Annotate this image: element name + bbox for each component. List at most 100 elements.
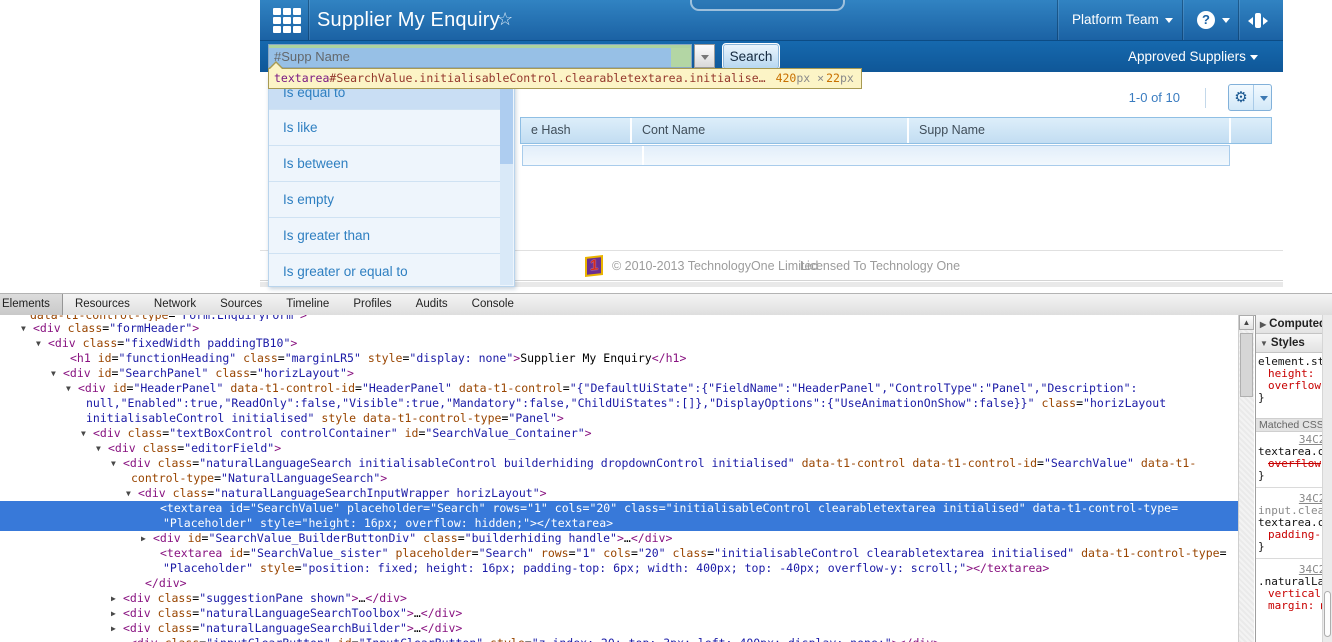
logout-icon[interactable] [1248, 13, 1268, 28]
scrollbar-thumb[interactable] [1240, 333, 1253, 397]
screen: Supplier My Enquiry ☆ Platform Team ? #S… [0, 0, 1332, 642]
css-selector[interactable]: } [1256, 470, 1332, 482]
devtools-code-line[interactable]: "Placeholder" style="position: fixed; he… [0, 561, 1238, 576]
collapse-arrow-icon[interactable]: ▶ [111, 591, 116, 606]
chevron-down-icon[interactable] [1260, 96, 1268, 101]
topbar-divider [1182, 0, 1183, 40]
tooltip-notch [270, 63, 282, 69]
operator-option[interactable]: Is between [269, 146, 501, 182]
css-property[interactable]: padding- [1256, 529, 1332, 541]
devtools-elements-tree: data-t1-control-type="Form.EnquiryForm">… [0, 315, 1238, 642]
expand-arrow-icon[interactable]: ▼ [81, 426, 86, 441]
search-operator-dropdown: Is equal to Is like Is between Is empty Is g… [268, 74, 515, 287]
devtools-code-line[interactable]: control-type="NaturalLanguageSearch"> [0, 471, 1238, 486]
chevron-down-icon[interactable] [1165, 18, 1173, 23]
favourite-star-icon[interactable]: ☆ [497, 8, 513, 30]
scroll-up-icon[interactable]: ▲ [1239, 315, 1254, 330]
sidebar-scrollbar[interactable] [1322, 315, 1332, 642]
devtools-code-line[interactable]: initialisableControl initialised" style … [0, 411, 1238, 426]
apps-grid-icon[interactable] [273, 8, 301, 33]
rule-divider [1256, 558, 1332, 559]
devtools-tab-bar: Elements Resources Network Sources Timeline P… [0, 294, 1332, 316]
gear-icon[interactable]: ⚙ [1229, 85, 1254, 110]
view-selector[interactable]: Approved Suppliers [1128, 41, 1246, 73]
collapse-arrow-icon[interactable]: ▶ [111, 606, 116, 621]
rule-divider [1256, 487, 1332, 488]
technologyone-logo: 1 [585, 255, 605, 277]
column-header[interactable]: Cont Name [632, 118, 909, 143]
expand-arrow-icon[interactable]: ▼ [21, 321, 26, 336]
operator-option[interactable]: Is greater or equal to [269, 254, 501, 286]
css-selector[interactable]: } [1256, 541, 1332, 553]
column-header[interactable] [1231, 118, 1271, 143]
css-property[interactable]: overflow [1256, 380, 1332, 392]
help-icon[interactable]: ? [1197, 11, 1215, 29]
dropdown-scrollbar[interactable] [500, 76, 513, 285]
devtools-tab-audits[interactable]: Audits [404, 294, 460, 315]
expand-arrow-icon[interactable]: ▼ [66, 381, 71, 396]
devtools-code-line[interactable]: ▼ <div class="editorField"> [0, 441, 1238, 456]
devtools-code-line[interactable]: ▶ <div id="SearchValue_BuilderButtonDiv" … [0, 531, 1238, 546]
expand-arrow-icon[interactable]: ▼ [36, 336, 41, 351]
scrollbar-thumb[interactable] [1324, 591, 1331, 637]
chevron-down-icon[interactable] [1250, 55, 1258, 60]
devtools-tab-resources[interactable]: Resources [63, 294, 142, 315]
operator-option[interactable]: Is empty [269, 182, 501, 218]
css-property[interactable]: margin: ▶ [1256, 600, 1332, 612]
operator-option[interactable]: Is greater than [269, 218, 501, 254]
css-selector[interactable]: } [1256, 392, 1332, 404]
devtools-code-line[interactable]: "Placeholder" style="height: 16px; overf… [0, 516, 1238, 531]
devtools-code-line[interactable]: ▼ <div class="formHeader"> [0, 321, 1238, 336]
column-header[interactable]: Supp Name [909, 118, 1231, 143]
expand-arrow-icon[interactable]: ▼ [111, 456, 116, 471]
chevron-down-icon[interactable] [1222, 18, 1230, 23]
search-button[interactable]: Search [722, 43, 780, 70]
styles-section-header[interactable]: ▼ Styles [1256, 334, 1332, 353]
search-dropdown-button[interactable] [694, 44, 715, 68]
devtools-code-line[interactable]: ▶ <div class="naturalLanguageSearchToolbo… [0, 606, 1238, 621]
devtools-code-line[interactable]: ▶ <div class="naturalLanguageSearchBuilde… [0, 621, 1238, 636]
tooltip-height: 22 [826, 71, 840, 85]
devtools-code-line[interactable]: ▼ <div id="SearchPanel" class="horizLayou… [0, 366, 1238, 381]
computed-style-section-header[interactable]: ▶Computed Style [1256, 315, 1332, 334]
devtools-code-line[interactable]: </div> [0, 576, 1238, 591]
search-input[interactable]: #Supp Name [268, 44, 692, 68]
devtools-code-line[interactable]: ▼ <div class="naturalLanguageSearchInputW… [0, 486, 1238, 501]
devtools-tab-timeline[interactable]: Timeline [274, 294, 341, 315]
filter-cell[interactable] [523, 146, 644, 165]
devtools-panel: Elements Resources Network Sources Timeline P… [0, 293, 1332, 642]
grid-settings-button[interactable]: ⚙ [1228, 84, 1272, 111]
devtools-code-line[interactable]: ▼ <div class="fixedWidth paddingTB10"> [0, 336, 1238, 351]
global-search-box[interactable] [690, 0, 845, 11]
page-title: Supplier My Enquiry [317, 9, 500, 31]
css-property[interactable]: overflow [1256, 458, 1332, 470]
column-header[interactable]: e Hash [521, 118, 632, 143]
devtools-scrollbar[interactable]: ▲ [1238, 315, 1254, 642]
devtools-code-line[interactable]: ▼ <div id="HeaderPanel" data-t1-control-i… [0, 381, 1238, 396]
collapse-arrow-icon[interactable]: ▶ [141, 531, 146, 546]
devtools-code-line[interactable]: ▼ <div class="naturalLanguageSearch initi… [0, 456, 1238, 471]
devtools-code-line[interactable]: ▼ <div class="textBoxControl controlConta… [0, 426, 1238, 441]
expand-arrow-icon[interactable]: ▼ [96, 441, 101, 456]
devtools-code-line[interactable]: <h1 id="functionHeading" class="marginLR… [0, 351, 1238, 366]
user-menu[interactable]: Platform Team [1072, 0, 1159, 40]
devtools-tab-sources[interactable]: Sources [208, 294, 274, 315]
devtools-tab-network[interactable]: Network [142, 294, 208, 315]
operator-option[interactable]: Is like [269, 110, 501, 146]
inspect-tooltip: textarea#SearchValue.initialisableContro… [268, 68, 862, 89]
devtools-code-line[interactable]: null,"Enabled":true,"ReadOnly":false,"Vi… [0, 396, 1238, 411]
devtools-code-line[interactable]: <div class="inputClearButton" id="InputC… [0, 636, 1238, 642]
expand-arrow-icon[interactable]: ▼ [126, 486, 131, 501]
licensed-to-text: Licensed To Technology One [800, 259, 961, 273]
scrollbar-thumb[interactable] [500, 76, 513, 164]
expand-arrow-icon[interactable]: ▼ [51, 366, 56, 381]
devtools-tab-profiles[interactable]: Profiles [341, 294, 403, 315]
collapse-arrow-icon[interactable]: ▶ [111, 621, 116, 636]
filter-cell[interactable] [644, 146, 1229, 165]
devtools-code-line[interactable]: <textarea id="SearchValue_sister" placeh… [0, 546, 1238, 561]
devtools-tab-console[interactable]: Console [460, 294, 526, 315]
tooltip-width: 420 [775, 71, 797, 85]
devtools-tab-elements[interactable]: Elements [0, 294, 63, 315]
devtools-code-line[interactable]: <textarea id="SearchValue" placeholder="… [0, 501, 1238, 516]
devtools-code-line[interactable]: ▶ <div class="suggestionPane shown">…</di… [0, 591, 1238, 606]
